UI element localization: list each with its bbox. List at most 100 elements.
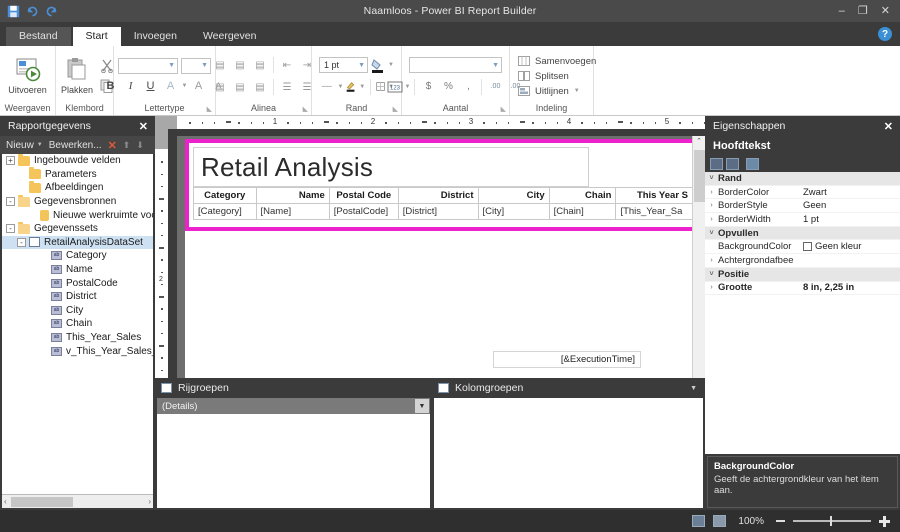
- align-middle-button[interactable]: ▤: [231, 57, 249, 74]
- column-groups-list[interactable]: [434, 398, 703, 508]
- font-name-combo[interactable]: ▼: [118, 58, 178, 74]
- property-value[interactable]: Zwart: [803, 187, 900, 198]
- tablix-header-cell[interactable]: Category: [194, 188, 257, 204]
- tree-node[interactable]: abName: [2, 263, 153, 277]
- properties-grid[interactable]: ˅Rand›BorderColorZwart›BorderStyleGeen›B…: [705, 172, 900, 454]
- property-category-row[interactable]: ˅Opvullen: [705, 227, 900, 241]
- row-groups-list[interactable]: (Details) ▼: [157, 398, 430, 508]
- property-pages-icon[interactable]: [746, 158, 759, 170]
- tree-node[interactable]: -Gegevensbronnen: [2, 195, 153, 209]
- zoom-out-button[interactable]: [776, 520, 785, 522]
- property-row[interactable]: ›Achtergrondafbee: [705, 254, 900, 268]
- rand-dialog-launcher[interactable]: ◣: [393, 105, 398, 113]
- chevron-down-icon[interactable]: ▼: [359, 84, 365, 90]
- expand-icon[interactable]: ›: [705, 257, 718, 264]
- collapse-icon[interactable]: -: [6, 224, 15, 233]
- merge-cells-button[interactable]: Samenvoegen: [514, 55, 600, 68]
- line-style-button[interactable]: —: [319, 78, 334, 95]
- property-category-row[interactable]: ˅Positie: [705, 268, 900, 282]
- property-row[interactable]: ›BorderWidth1 pt: [705, 213, 900, 227]
- tab-invoegen[interactable]: Invoegen: [121, 27, 190, 47]
- font-color-button[interactable]: A: [162, 78, 180, 95]
- align-right-button[interactable]: ▤: [251, 79, 269, 96]
- collapse-icon[interactable]: -: [17, 238, 26, 247]
- property-row[interactable]: ›Grootte8 in, 2,25 in: [705, 282, 900, 296]
- tree-node[interactable]: abv_This_Year_Sales_Goal: [2, 344, 153, 358]
- close-icon[interactable]: ✕: [139, 120, 148, 133]
- tree-node[interactable]: -Gegevenssets: [2, 222, 153, 236]
- number-format-combo[interactable]: ▼: [409, 57, 502, 73]
- number-style-icon[interactable]: 123: [387, 81, 403, 93]
- zoom-in-button[interactable]: [879, 516, 890, 527]
- report-title-textbox[interactable]: Retail Analysis: [193, 147, 589, 187]
- tablix-cell[interactable]: [District]: [398, 204, 478, 220]
- design-view-icon[interactable]: [692, 515, 705, 527]
- bold-button[interactable]: B: [102, 78, 120, 95]
- run-button[interactable]: Uitvoeren: [2, 57, 53, 95]
- currency-button[interactable]: $: [419, 78, 437, 95]
- tablix-cell[interactable]: [PostalCode]: [329, 204, 398, 220]
- align-center-button[interactable]: ▤: [231, 79, 249, 96]
- print-layout-icon[interactable]: [713, 515, 726, 527]
- underline-button[interactable]: U: [142, 78, 160, 95]
- tablix-cell[interactable]: [Name]: [256, 204, 329, 220]
- report-data-tree[interactable]: +Ingebouwde veldenParametersAfbeeldingen…: [2, 154, 153, 494]
- collapse-icon[interactable]: -: [6, 197, 15, 206]
- percent-button[interactable]: %: [439, 78, 457, 95]
- chevron-down-icon[interactable]: ▼: [182, 83, 188, 89]
- collapse-icon[interactable]: ˅: [705, 175, 718, 182]
- alphabetical-view-icon[interactable]: [726, 158, 739, 170]
- tree-node[interactable]: Nieuwe werkruimte voor ret: [2, 208, 153, 222]
- zoom-slider-thumb[interactable]: [830, 516, 832, 526]
- scroll-up-icon[interactable]: ⌃: [696, 136, 702, 146]
- borders-grid-icon[interactable]: [376, 80, 385, 93]
- tablix-header-cell[interactable]: Chain: [549, 188, 616, 204]
- collapse-icon[interactable]: ˅: [705, 271, 718, 278]
- expand-icon[interactable]: +: [6, 156, 15, 165]
- edit-button[interactable]: Bewerken...: [49, 140, 102, 151]
- split-cells-button[interactable]: Splitsen: [514, 70, 573, 83]
- move-down-icon[interactable]: ⬇: [136, 140, 144, 151]
- property-value[interactable]: 1 pt: [803, 214, 900, 225]
- tablix-header-cell[interactable]: District: [398, 188, 478, 204]
- increase-decimal-button[interactable]: .00: [486, 78, 504, 95]
- property-row[interactable]: ›BorderColorZwart: [705, 186, 900, 200]
- execution-time-textbox[interactable]: [&ExecutionTime]: [493, 351, 641, 368]
- delete-icon[interactable]: ✕: [108, 139, 117, 152]
- vscroll-thumb[interactable]: [694, 150, 705, 202]
- property-value[interactable]: Geen: [803, 200, 900, 211]
- chevron-down-icon[interactable]: ▼: [337, 84, 343, 90]
- zoom-slider[interactable]: [793, 520, 871, 522]
- chevron-down-icon[interactable]: ▼: [415, 399, 429, 413]
- expand-icon[interactable]: ›: [705, 202, 718, 209]
- chevron-down-icon[interactable]: ▼: [690, 385, 697, 392]
- tree-node[interactable]: abCity: [2, 304, 153, 318]
- tree-node[interactable]: +Ingebouwde velden: [2, 154, 153, 168]
- italic-button[interactable]: I: [122, 78, 140, 95]
- tree-node[interactable]: abChain: [2, 317, 153, 331]
- categorized-view-icon[interactable]: [710, 158, 723, 170]
- expand-icon[interactable]: ›: [705, 284, 718, 291]
- comma-button[interactable]: ,: [459, 78, 477, 95]
- tablix-header-cell[interactable]: Name: [256, 188, 329, 204]
- increase-font-button[interactable]: A: [189, 78, 207, 95]
- line-width-combo[interactable]: 1 pt ▼: [319, 57, 368, 73]
- close-icon[interactable]: ✕: [884, 120, 893, 133]
- chevron-down-icon[interactable]: ▼: [37, 142, 43, 148]
- expand-icon[interactable]: ›: [705, 189, 718, 196]
- color-swatch[interactable]: [803, 242, 812, 251]
- tablix-cell[interactable]: [City]: [478, 204, 549, 220]
- tablix[interactable]: CategoryNamePostal CodeDistrictCityChain…: [193, 187, 692, 220]
- tab-start[interactable]: Start: [73, 27, 121, 47]
- help-icon[interactable]: ?: [878, 27, 892, 41]
- collapse-icon[interactable]: ˅: [705, 230, 718, 237]
- property-value[interactable]: Geen kleur: [803, 241, 900, 252]
- new-button[interactable]: Nieuw: [6, 140, 34, 151]
- scroll-right-icon[interactable]: ›: [148, 497, 151, 506]
- move-up-icon[interactable]: ⬆: [123, 140, 131, 151]
- report-data-hscrollbar[interactable]: ‹ ›: [2, 494, 153, 508]
- property-value[interactable]: 8 in, 2,25 in: [803, 282, 900, 293]
- tablix-header-cell[interactable]: This Year S: [616, 188, 692, 204]
- scroll-left-icon[interactable]: ‹: [4, 497, 7, 506]
- tree-node[interactable]: abPostalCode: [2, 276, 153, 290]
